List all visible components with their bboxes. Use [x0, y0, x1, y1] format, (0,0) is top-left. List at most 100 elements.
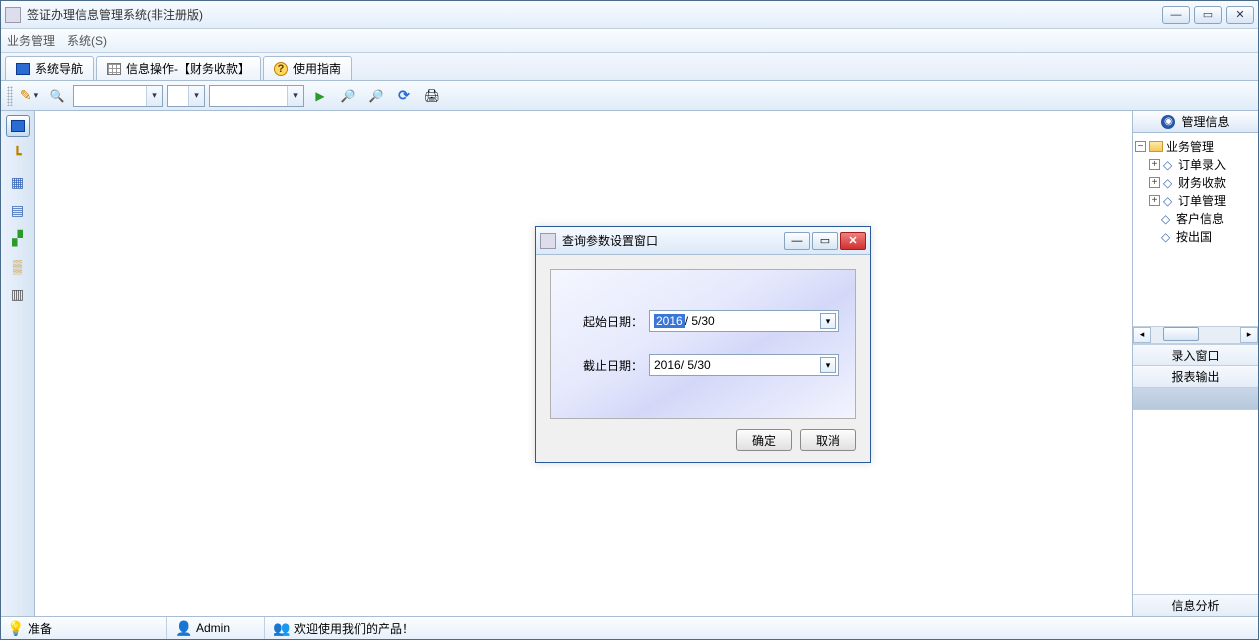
tab-selected-blank[interactable]: [1133, 388, 1258, 410]
run-button[interactable]: [308, 84, 332, 108]
tree-item-label: 客户信息: [1176, 210, 1224, 227]
tab-info-operation[interactable]: 信息操作-【财务收款】: [96, 56, 261, 80]
dialog-titlebar[interactable]: 查询参数设置窗口 — ▭ ✕: [536, 227, 870, 255]
minimize-button[interactable]: —: [1162, 6, 1190, 24]
lv-pile-button[interactable]: [6, 255, 30, 277]
tree-item-label: 按出国: [1176, 228, 1212, 245]
query-params-dialog: 查询参数设置窗口 — ▭ ✕ 起始日期： 2016/ 5/30 ▾ 截止日期：: [535, 226, 871, 463]
gear-icon: ◉: [1161, 115, 1175, 129]
scroll-track[interactable]: [1151, 327, 1240, 343]
tree-root[interactable]: − 业务管理: [1135, 137, 1256, 155]
dialog-maximize-button[interactable]: ▭: [812, 232, 838, 250]
tree-item[interactable]: ◇ 客户信息: [1135, 209, 1256, 227]
print-button[interactable]: [420, 84, 444, 108]
lv-tree-button[interactable]: ┗: [6, 143, 30, 165]
expand-icon[interactable]: +: [1149, 177, 1160, 188]
app-title: 签证办理信息管理系统(非注册版): [27, 6, 1162, 23]
tab-label: 信息操作-【财务收款】: [126, 60, 250, 77]
scroll-thumb[interactable]: [1163, 327, 1199, 341]
tree-item[interactable]: + ◇ 订单管理: [1135, 191, 1256, 209]
combo-1[interactable]: ▾: [73, 85, 163, 107]
scroll-right-button[interactable]: ▸: [1240, 327, 1258, 343]
dialog-title: 查询参数设置窗口: [562, 232, 784, 249]
tree-item[interactable]: ◇ 按出国: [1135, 227, 1256, 245]
menu-system[interactable]: 系统(S): [67, 32, 107, 49]
edit-dropdown-button[interactable]: [17, 84, 41, 108]
end-date-label: 截止日期：: [567, 357, 643, 374]
tab-system-nav[interactable]: 系统导航: [5, 56, 94, 80]
start-date-label: 起始日期：: [567, 313, 643, 330]
tab-help-guide[interactable]: ? 使用指南: [263, 56, 352, 80]
tree-root-label: 业务管理: [1166, 138, 1214, 155]
expand-icon[interactable]: +: [1149, 195, 1160, 206]
find-button-1[interactable]: [336, 84, 360, 108]
menubar: 业务管理 系统(S): [1, 29, 1258, 53]
lv-view-button[interactable]: [6, 115, 30, 137]
nav-tree: − 业务管理 + ◇ 订单录入 + ◇ 财务收款 + ◇ 订单管理: [1133, 133, 1258, 326]
dialog-body: 起始日期： 2016/ 5/30 ▾ 截止日期： 2016/ 5/30 ▾ 确定: [536, 255, 870, 465]
right-panel-title: 管理信息: [1181, 113, 1229, 130]
calendar-dropdown-icon[interactable]: ▾: [820, 357, 836, 373]
end-date-input[interactable]: 2016/ 5/30 ▾: [649, 354, 839, 376]
leaf-icon: ◇: [1161, 230, 1173, 242]
menu-business[interactable]: 业务管理: [7, 32, 55, 49]
tree-item[interactable]: + ◇ 订单录入: [1135, 155, 1256, 173]
dialog-minimize-button[interactable]: —: [784, 232, 810, 250]
status-ready: 准备: [28, 620, 52, 637]
users-icon: [273, 620, 289, 636]
tree-item-label: 订单管理: [1178, 192, 1226, 209]
start-year-selected: 2016: [654, 314, 685, 328]
find-button-2[interactable]: [364, 84, 388, 108]
maximize-button[interactable]: ▭: [1194, 6, 1222, 24]
help-icon: ?: [274, 62, 288, 76]
leaf-icon: ◇: [1163, 194, 1175, 206]
scroll-left-button[interactable]: ◂: [1133, 327, 1151, 343]
ok-button[interactable]: 确定: [736, 429, 792, 451]
grid-icon: [107, 63, 121, 75]
cancel-button[interactable]: 取消: [800, 429, 856, 451]
search-button[interactable]: [45, 84, 69, 108]
main-tabbar: 系统导航 信息操作-【财务收款】 ? 使用指南: [1, 53, 1258, 81]
toolbar-grip: [7, 86, 13, 106]
status-user: Admin: [196, 621, 230, 635]
nav-icon: [16, 63, 30, 75]
tree-item[interactable]: + ◇ 财务收款: [1135, 173, 1256, 191]
start-date-row: 起始日期： 2016/ 5/30 ▾: [567, 310, 839, 332]
expand-icon[interactable]: +: [1149, 159, 1160, 170]
collapse-icon[interactable]: −: [1135, 141, 1146, 152]
tab-report-output[interactable]: 报表输出: [1133, 366, 1258, 388]
lv-list-button[interactable]: [6, 199, 30, 221]
leaf-icon: ◇: [1163, 176, 1175, 188]
lv-chart-button[interactable]: [6, 227, 30, 249]
refresh-button[interactable]: [392, 84, 416, 108]
bulb-icon: [7, 620, 23, 636]
tab-info-analysis[interactable]: 信息分析: [1133, 594, 1258, 616]
tab-input-window[interactable]: 录入窗口: [1133, 344, 1258, 366]
main-titlebar: 签证办理信息管理系统(非注册版) — ▭ ✕: [1, 1, 1258, 29]
square-icon: [11, 120, 25, 132]
tree-item-label: 财务收款: [1178, 174, 1226, 191]
calendar-dropdown-icon[interactable]: ▾: [820, 313, 836, 329]
close-button[interactable]: ✕: [1226, 6, 1254, 24]
tab-label: 系统导航: [35, 60, 83, 77]
combo-2[interactable]: ▾: [167, 85, 205, 107]
dialog-buttons: 确定 取消: [550, 429, 856, 451]
tree-item-label: 订单录入: [1178, 156, 1226, 173]
dialog-close-button[interactable]: ✕: [840, 232, 866, 250]
tab-label: 使用指南: [293, 60, 341, 77]
leaf-icon: ◇: [1163, 158, 1175, 170]
lv-card-button[interactable]: [6, 171, 30, 193]
right-panel: ◉ 管理信息 − 业务管理 + ◇ 订单录入 + ◇ 财务收款: [1132, 111, 1258, 616]
combo-3[interactable]: ▾: [209, 85, 304, 107]
end-date-value: 2016/ 5/30: [654, 358, 711, 372]
user-icon: [175, 620, 191, 636]
left-toolbar: ┗: [1, 111, 35, 616]
lv-bin-button[interactable]: [6, 283, 30, 305]
tree-hscrollbar[interactable]: ◂ ▸: [1133, 326, 1258, 344]
main-window: 签证办理信息管理系统(非注册版) — ▭ ✕ 业务管理 系统(S) 系统导航 信…: [0, 0, 1259, 640]
start-date-input[interactable]: 2016/ 5/30 ▾: [649, 310, 839, 332]
start-date-rest: / 5/30: [685, 314, 715, 328]
dialog-panel: 起始日期： 2016/ 5/30 ▾ 截止日期： 2016/ 5/30 ▾: [550, 269, 856, 419]
folder-icon: [1149, 141, 1163, 152]
status-welcome: 欢迎使用我们的产品！: [294, 620, 414, 637]
